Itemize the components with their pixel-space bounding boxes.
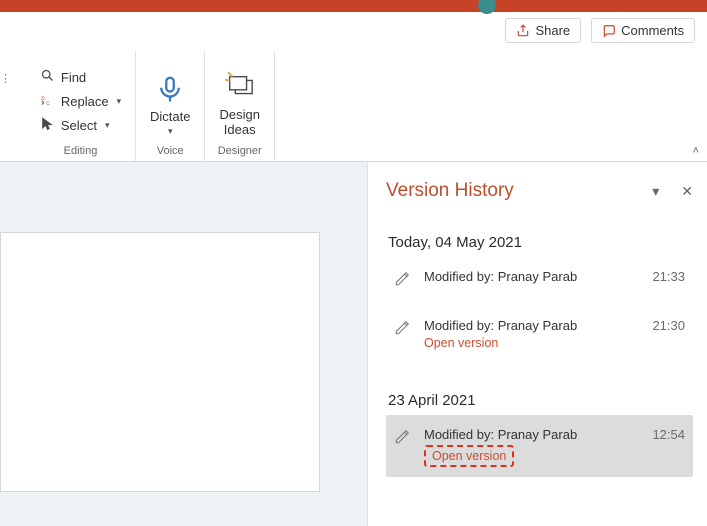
version-time: 21:33	[652, 269, 685, 284]
svg-text:c: c	[46, 100, 49, 107]
open-version-link[interactable]: Open version	[424, 336, 498, 350]
ribbon-group-editing: Find b c Replace ▾ Select ▾	[26, 52, 136, 161]
find-label: Find	[61, 70, 86, 85]
version-time: 21:30	[652, 318, 685, 333]
version-item[interactable]: Modified by: Pranay Parab 12:54 Open ver…	[386, 415, 693, 477]
replace-icon: b c	[40, 92, 55, 110]
design-ideas-icon	[225, 72, 255, 105]
version-time: 12:54	[652, 427, 685, 442]
group-label-editing: Editing	[64, 145, 98, 157]
replace-label: Replace	[61, 94, 109, 109]
design-ideas-button[interactable]: Design Ideas	[211, 72, 267, 141]
modified-by-label: Modified by: Pranay Parab	[424, 269, 577, 284]
version-group-label: Today, 04 May 2021	[386, 234, 693, 251]
app-title-bar	[0, 0, 707, 12]
ribbon-left-overflow[interactable]: ⋮	[0, 72, 14, 85]
search-icon	[40, 68, 55, 86]
open-version-link[interactable]: Open version	[424, 445, 514, 467]
ribbon: ⋮ Find b c Replace ▾	[0, 12, 707, 162]
design-ideas-label: Design Ideas	[219, 107, 259, 137]
pane-options-button[interactable]: ▾	[652, 183, 659, 200]
title-bar-segment	[290, 0, 494, 12]
modified-by-label: Modified by: Pranay Parab	[424, 318, 577, 333]
slide-canvas[interactable]	[0, 232, 320, 492]
pencil-icon	[394, 318, 412, 339]
select-button[interactable]: Select ▾	[38, 115, 112, 135]
chevron-down-icon: ▾	[117, 96, 122, 107]
collapse-ribbon-button[interactable]: ˄	[693, 145, 699, 157]
pencil-icon	[394, 427, 412, 448]
ribbon-group-voice: Dictate ▾ Voice	[136, 52, 205, 161]
select-label: Select	[61, 118, 97, 133]
version-item[interactable]: Modified by: Pranay Parab 21:33	[386, 257, 693, 300]
dictate-button[interactable]: Dictate ▾	[142, 74, 198, 141]
close-icon[interactable]: ✕	[681, 183, 693, 200]
find-button[interactable]: Find	[38, 67, 88, 87]
microphone-icon	[155, 74, 185, 107]
chevron-down-icon: ▾	[105, 120, 110, 131]
dictate-label: Dictate	[150, 109, 190, 124]
replace-button[interactable]: b c Replace ▾	[38, 91, 123, 111]
pane-title: Version History	[386, 180, 514, 202]
slide-editor-area[interactable]	[0, 162, 367, 526]
ribbon-group-designer: Design Ideas Designer	[205, 52, 274, 161]
version-history-pane: Version History ▾ ✕ Today, 04 May 2021 M…	[367, 162, 707, 526]
group-label-designer: Designer	[218, 145, 262, 157]
cursor-icon	[40, 116, 55, 134]
version-group-label: 23 April 2021	[386, 392, 693, 409]
pencil-icon	[394, 269, 412, 290]
chevron-down-icon: ▾	[168, 126, 173, 137]
version-item[interactable]: Modified by: Pranay Parab 21:30 Open ver…	[386, 306, 693, 360]
modified-by-label: Modified by: Pranay Parab	[424, 427, 577, 442]
group-label-voice: Voice	[157, 145, 184, 157]
